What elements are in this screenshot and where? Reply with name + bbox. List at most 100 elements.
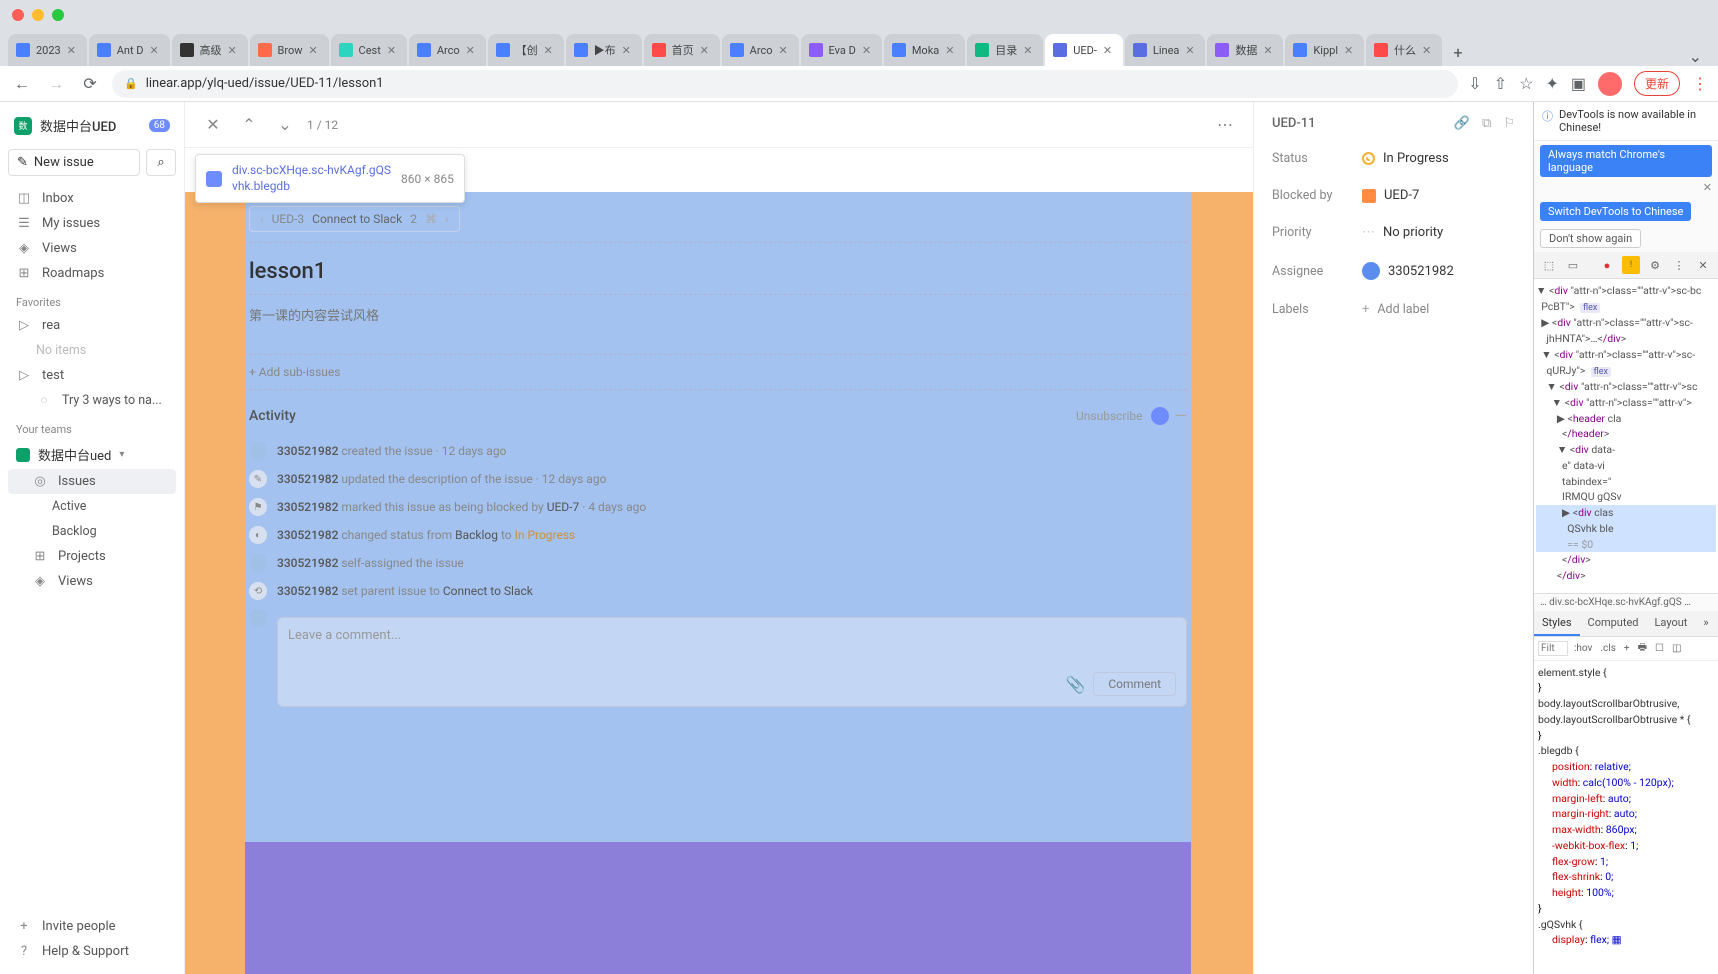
tab-close-icon[interactable]: ✕ [1344,44,1356,56]
browser-tab[interactable]: 什么✕ [1366,34,1442,66]
search-button[interactable]: ⌕ [146,149,176,176]
dom-line[interactable]: ▶ <div clas [1536,505,1716,521]
unsubscribe-button[interactable]: Unsubscribe [1076,409,1143,423]
close-notice-icon[interactable]: ✕ [1703,181,1712,194]
help-support-button[interactable]: ?Help & Support [8,939,176,964]
prev-issue-button[interactable]: ⌃ [235,111,263,139]
tab-close-icon[interactable]: ✕ [387,44,399,56]
collapse-icon[interactable]: — [1175,406,1188,425]
tab-close-icon[interactable]: ✕ [67,44,79,56]
browser-tab[interactable]: 首页✕ [644,34,720,66]
dom-line[interactable]: </header> [1536,426,1716,442]
dom-line[interactable]: e" data-vi [1536,458,1716,474]
tab-close-icon[interactable]: ✕ [945,44,957,56]
dom-line[interactable]: ▼ <div data- [1536,442,1716,458]
always-match-lang-button[interactable]: Always match Chrome's language [1540,145,1712,177]
browser-tab[interactable]: Ant D✕ [89,34,170,66]
tab-close-icon[interactable]: ✕ [862,44,874,56]
css-rule-line[interactable]: width: calc(100% - 120px); [1538,775,1714,791]
url-input[interactable]: 🔒 linear.app/ylq-ued/issue/UED-11/lesson… [112,70,1458,98]
css-rule-line[interactable]: margin-left: auto; [1538,791,1714,807]
share-icon[interactable]: ⇧ [1494,74,1507,93]
reload-button[interactable]: ⟳ [78,72,102,96]
css-rule-line[interactable]: display: flex; ▦ [1538,932,1714,948]
browser-tab[interactable]: ▶布✕ [566,34,642,66]
browser-tab[interactable]: Arco✕ [722,34,799,66]
subscriber-avatar[interactable] [1151,407,1169,425]
box-icon[interactable]: ☐ [1653,643,1666,654]
close-issue-button[interactable]: ✕ [199,111,227,139]
new-issue-button[interactable]: ✎ New issue [8,149,140,176]
css-rule-line[interactable]: max-width: 860px; [1538,822,1714,838]
switch-chinese-button[interactable]: Switch DevTools to Chinese [1540,202,1691,221]
tab-close-icon[interactable]: ✕ [466,44,478,56]
sidebar-item-my-issues[interactable]: ☰My issues [8,211,176,236]
assignee-value[interactable]: 330521982 [1362,262,1454,280]
css-rule-line[interactable]: } [1538,901,1714,917]
dom-line[interactable]: </div> [1536,568,1716,584]
print-icon[interactable]: 🖶 [1636,640,1649,657]
hov-button[interactable]: :hov [1572,643,1594,654]
bookmark-icon[interactable]: ☆ [1519,74,1533,93]
tab-computed[interactable]: Computed [1580,611,1647,636]
sidebar-favorite-rea[interactable]: ▷rea [8,313,176,338]
attach-icon[interactable]: 📎 [1065,675,1085,694]
tab-layout[interactable]: Layout [1647,611,1696,636]
browser-tab[interactable]: UED-✕ [1045,34,1123,66]
elements-tree[interactable]: ▼ <div "attr-n">class=""attr-v">sc-bc Pc… [1534,279,1718,593]
add-sub-issues-button[interactable]: + Add sub-issues [249,365,1187,379]
more-menu-button[interactable]: ⋯ [1211,111,1239,139]
dom-line[interactable]: ▶ <div "attr-n">class=""attr-v">sc- [1536,315,1716,331]
sidebar-team[interactable]: 数据中台ued ▾ [8,440,176,469]
dont-show-button[interactable]: Don't show again [1540,229,1641,248]
dom-line[interactable]: jhHNTA">…</div> [1536,331,1716,347]
breadcrumb[interactable]: … div.sc-bcXHqe.sc-hvKAgf.gQS … [1534,593,1718,611]
priority-value[interactable]: ⋯ No priority [1362,225,1443,240]
tab-close-icon[interactable]: ✕ [1422,44,1434,56]
parent-issue-pill[interactable]: ‹ UED-3 Connect to Slack 2 ⌘ › [249,206,460,232]
dom-line[interactable]: IRMQU gQSv [1536,489,1716,505]
back-button[interactable]: ← [10,72,34,96]
dom-line[interactable]: ▼ <div "attr-n">class=""attr-v">sc- [1536,347,1716,363]
forward-button[interactable]: → [44,72,68,96]
sidebar-item-issues[interactable]: ◎Issues [8,469,176,494]
sidebar-favorite-try3[interactable]: ○Try 3 ways to na... [8,388,176,413]
box2-icon[interactable]: ◫ [1670,643,1683,654]
status-value[interactable]: In Progress [1362,151,1449,166]
blocked-by-value[interactable]: UED-7 [1362,188,1419,203]
invite-people-button[interactable]: +Invite people [8,914,176,939]
browser-tab[interactable]: Cest✕ [331,34,407,66]
browser-tab[interactable]: Moka✕ [884,34,965,66]
tab-close-icon[interactable]: ✕ [1023,44,1035,56]
next-issue-button[interactable]: ⌄ [271,111,299,139]
device-mode-icon[interactable]: ▭ [1564,256,1582,274]
comment-button[interactable]: Comment [1093,672,1176,696]
profile-avatar[interactable] [1598,72,1622,96]
styles-pane[interactable]: element.style {}body.layoutScrollbarObtr… [1534,661,1718,974]
css-rule-line[interactable]: -webkit-box-flex: 1; [1538,838,1714,854]
tab-close-icon[interactable]: ✕ [779,44,791,56]
browser-tab[interactable]: Linea✕ [1125,34,1206,66]
labels-value[interactable]: + Add label [1362,302,1429,317]
plus-rule-icon[interactable]: + [1622,643,1632,654]
dom-line[interactable]: </div> [1536,552,1716,568]
tab-close-icon[interactable]: ✕ [622,44,634,56]
copy-icon[interactable]: ⧉ [1482,116,1491,131]
browser-tab[interactable]: 数据✕ [1207,34,1283,66]
extensions-icon[interactable]: ✦ [1545,74,1558,93]
tab-close-icon[interactable]: ✕ [1263,44,1275,56]
css-rule-line[interactable]: .gQSvhk {</span> [1538,917,1714,933]
css-rule-line[interactable]: element.style { [1538,665,1714,681]
workspace-header[interactable]: 数 数据中台UED 68 [8,112,176,139]
tab-close-icon[interactable]: ✕ [700,44,712,56]
bookmark-icon[interactable]: ⚐ [1503,116,1515,131]
sidepanel-icon[interactable]: ▣ [1571,74,1586,93]
dom-line[interactable]: ▼ <div "attr-n">class=""attr-v">sc [1536,379,1716,395]
minimize-window-icon[interactable] [32,9,44,21]
css-rule-line[interactable]: .blegdb {</span> [1538,743,1714,759]
browser-tab[interactable]: Arco✕ [409,34,486,66]
sidebar-item-inbox[interactable]: ◫Inbox [8,186,176,211]
browser-tab[interactable]: 高级✕ [172,34,248,66]
new-tab-button[interactable]: + [1444,38,1472,66]
dom-line[interactable]: ▶ <header cla [1536,411,1716,427]
